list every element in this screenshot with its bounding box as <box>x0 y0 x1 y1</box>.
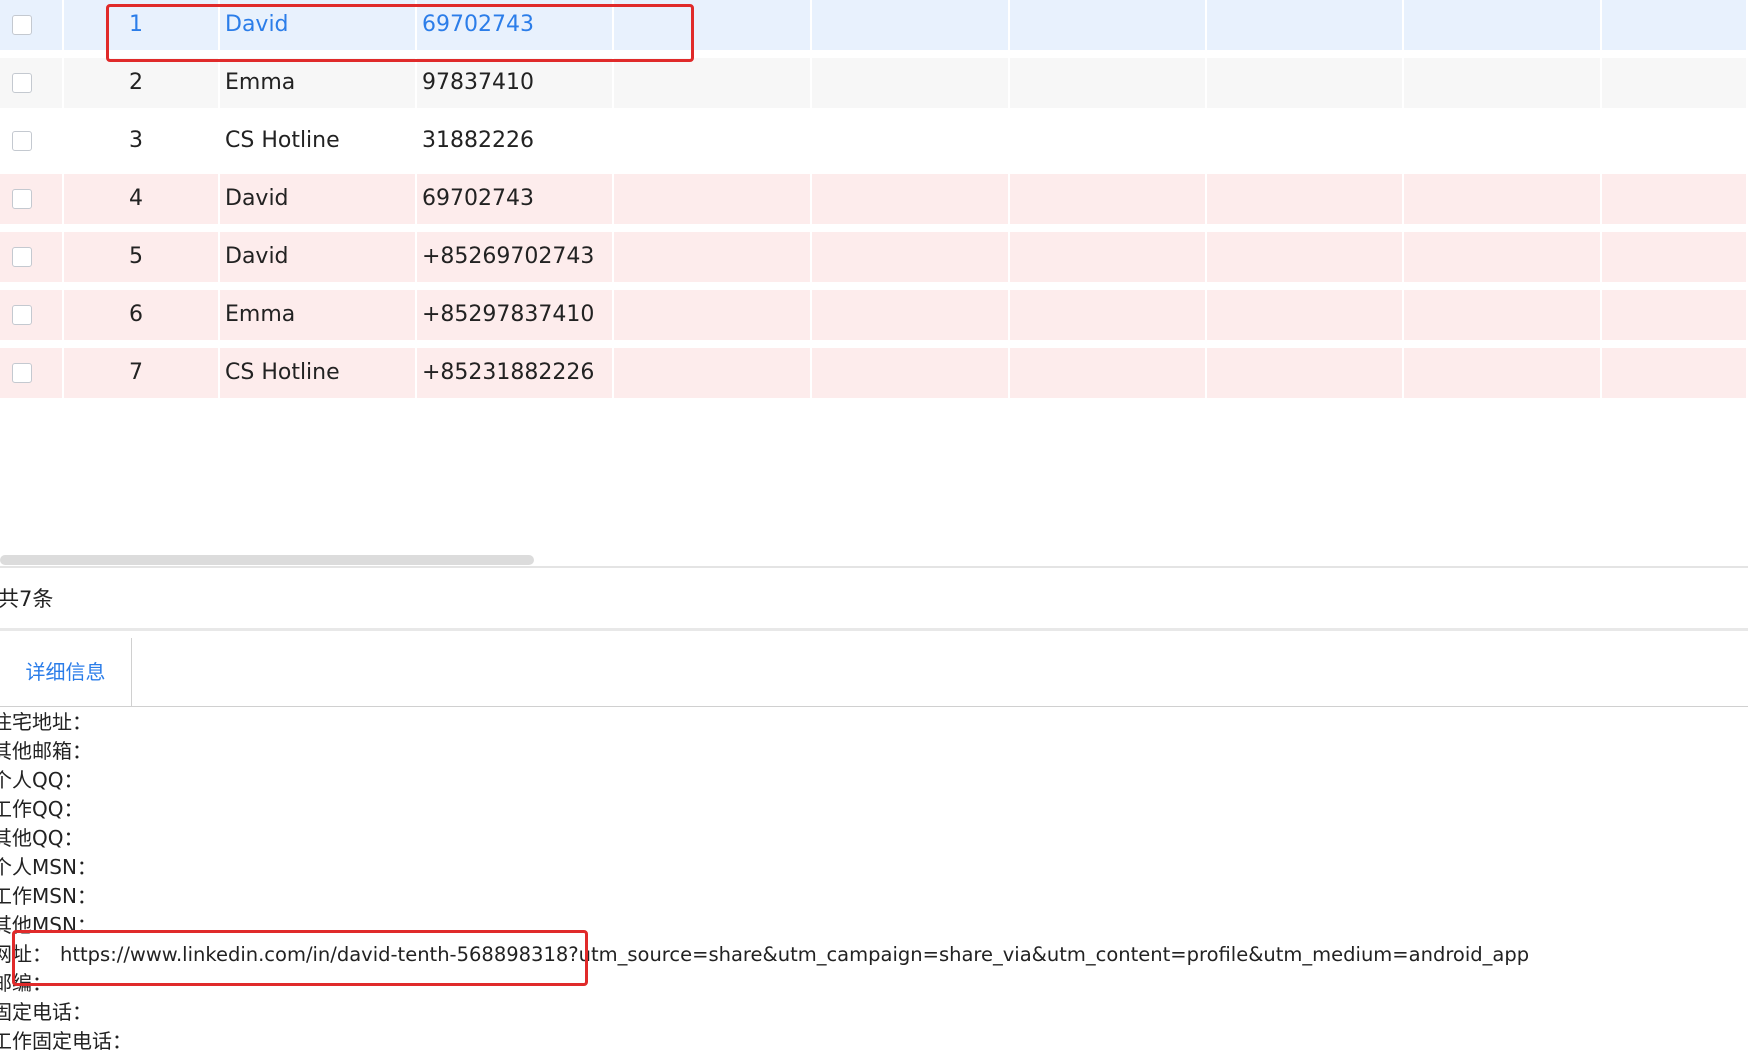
row-checkbox[interactable] <box>12 131 32 151</box>
row-phone: +85269702743 <box>422 244 595 269</box>
detail-work-msn: 工作MSN： <box>0 884 97 908</box>
detail-other-qq: 其他QQ： <box>0 826 84 850</box>
website-link[interactable]: https://www.linkedin.com/in/david-tenth-… <box>60 943 1529 966</box>
row-phone: 69702743 <box>422 186 534 211</box>
detail-other-msn: 其他MSN： <box>0 913 97 937</box>
total-count: 共7条 <box>0 587 54 611</box>
row-checkbox[interactable] <box>12 189 32 209</box>
row-name: CS Hotline <box>225 128 340 153</box>
detail-postcode: 邮编： <box>0 971 52 995</box>
row-index: 2 <box>129 70 143 95</box>
detail-work-qq: 工作QQ： <box>0 797 84 821</box>
table-row[interactable]: 3 CS Hotline 31882226 <box>0 116 1748 168</box>
row-phone: 31882226 <box>422 128 534 153</box>
row-name: David <box>225 186 289 211</box>
row-checkbox[interactable] <box>12 73 32 93</box>
detail-other-email: 其他邮箱： <box>0 739 92 763</box>
row-checkbox[interactable] <box>12 247 32 267</box>
table-row[interactable]: 2 Emma 97837410 <box>0 58 1748 110</box>
row-name: Emma <box>225 70 296 95</box>
row-checkbox[interactable] <box>12 305 32 325</box>
detail-personal-qq: 个人QQ： <box>0 768 84 792</box>
row-index: 7 <box>129 360 143 385</box>
row-phone: +85231882226 <box>422 360 595 385</box>
table-row[interactable]: 1 David 69702743 <box>0 0 1748 52</box>
row-checkbox[interactable] <box>12 15 32 35</box>
detail-website: 网址： https://www.linkedin.com/in/david-ten… <box>0 942 1530 966</box>
table-row[interactable]: 6 Emma +85297837410 <box>0 290 1748 342</box>
table-row[interactable]: 7 CS Hotline +85231882226 <box>0 348 1748 400</box>
row-name: Emma <box>225 302 296 327</box>
table-row[interactable]: 5 David +85269702743 <box>0 232 1748 284</box>
row-index: 3 <box>129 128 143 153</box>
divider <box>0 628 1748 631</box>
row-phone: 97837410 <box>422 70 534 95</box>
row-name: CS Hotline <box>225 360 340 385</box>
row-phone: +85297837410 <box>422 302 595 327</box>
detail-home-address: 住宅地址： <box>0 710 92 734</box>
detail-personal-msn: 个人MSN： <box>0 855 97 879</box>
divider <box>0 566 1748 568</box>
row-checkbox[interactable] <box>12 363 32 383</box>
tab-details[interactable]: 详细信息 <box>0 638 132 706</box>
detail-work-landline: 工作固定电话： <box>0 1029 132 1053</box>
row-index: 5 <box>129 244 143 269</box>
row-index: 1 <box>129 12 143 37</box>
table-row[interactable]: 4 David 69702743 <box>0 174 1748 226</box>
detail-list: 住宅地址： 其他邮箱： 个人QQ： 工作QQ： 其他QQ： 个人MSN： 工作M… <box>0 708 1748 1056</box>
row-name: David <box>225 244 289 269</box>
detail-tabbar: 详细信息 <box>0 638 1748 707</box>
row-index: 4 <box>129 186 143 211</box>
row-name: David <box>225 12 289 37</box>
detail-landline: 固定电话： <box>0 1000 92 1024</box>
row-index: 6 <box>129 302 143 327</box>
horizontal-scrollbar-thumb[interactable] <box>0 555 534 565</box>
row-phone: 69702743 <box>422 12 534 37</box>
